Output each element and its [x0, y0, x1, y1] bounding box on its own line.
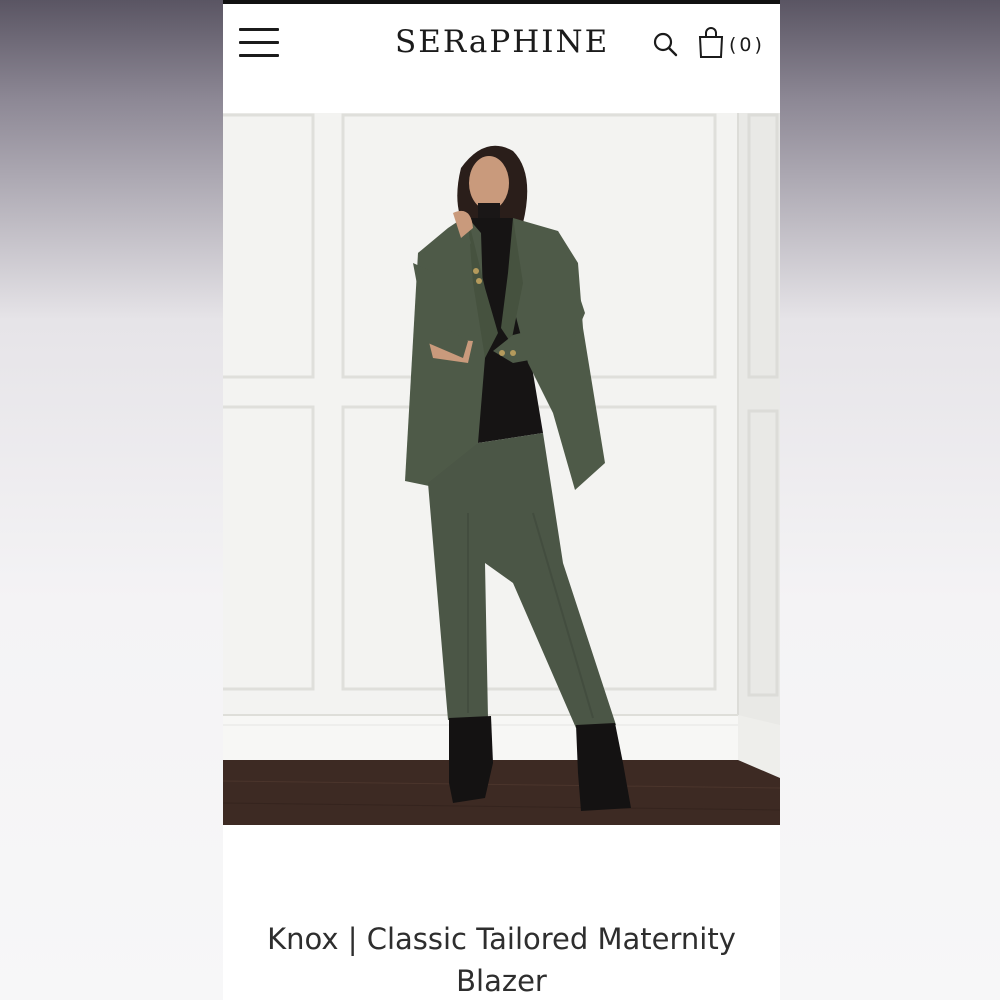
hamburger-menu-icon[interactable] — [239, 26, 281, 60]
brand-logo[interactable]: SERaPHINE — [395, 22, 607, 62]
site-header: SERaPHINE (0) — [223, 4, 780, 84]
cart-count: (0) — [729, 34, 765, 56]
cart-button[interactable]: (0) — [697, 24, 769, 64]
product-title-line1: Knox | Classic Tailored Maternity — [267, 922, 736, 956]
product-photo-illustration — [223, 113, 780, 825]
mobile-page: SERaPHINE (0) Knox | Classic Tailored Ma… — [223, 0, 780, 1000]
background-left — [0, 0, 223, 1000]
product-title: Knox | Classic Tailored Maternity Blazer — [243, 918, 760, 1000]
product-title-line2: Blazer — [456, 964, 547, 998]
shopping-bag-icon — [698, 27, 724, 58]
search-icon[interactable] — [651, 30, 681, 60]
product-image[interactable] — [223, 113, 780, 825]
background-right — [780, 0, 1000, 1000]
